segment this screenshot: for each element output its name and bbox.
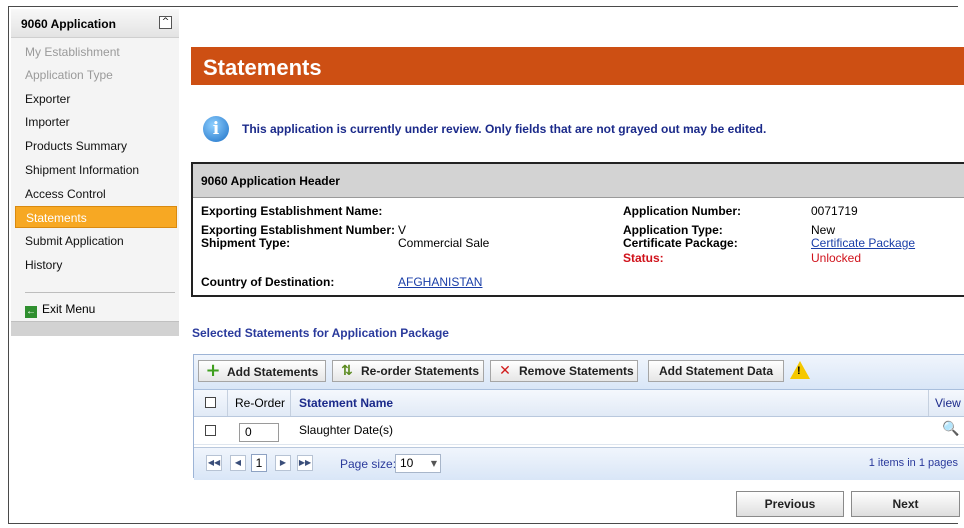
application-number-label: Application Number: — [623, 204, 742, 218]
application-header-title: 9060 Application Header — [201, 174, 340, 188]
sidebar: 9060 Application ^ My Establishment Appl… — [11, 9, 179, 336]
sidebar-item-exporter[interactable]: Exporter — [15, 88, 177, 110]
reorder-statements-button[interactable]: ⇅ Re-order Statements — [332, 360, 484, 382]
statements-table-header: Re-Order Statement Name View — [194, 390, 964, 417]
application-header-title-bar: 9060 Application Header — [193, 164, 964, 198]
first-page-icon[interactable]: ◀◀ — [206, 455, 222, 471]
sidebar-item-products-summary[interactable]: Products Summary — [15, 135, 177, 157]
info-icon: i — [203, 116, 229, 142]
page-title: Statements — [203, 55, 322, 80]
view-column-header: View — [935, 396, 961, 410]
statements-grid: + Add Statements ⇅ Re-order Statements ✕ Re… — [193, 354, 964, 480]
status-label: Status: — [623, 251, 664, 265]
add-statement-data-button[interactable]: Add Statement Data — [648, 360, 784, 382]
table-row: 0 Slaughter Date(s) 🔍 — [194, 417, 964, 445]
current-page-number[interactable]: 1 — [251, 454, 267, 472]
page-size-select[interactable]: 10 ▼ — [395, 454, 441, 473]
collapse-icon[interactable]: ^ — [159, 16, 172, 29]
select-all-cell — [194, 390, 228, 416]
sidebar-item-submit-application[interactable]: Submit Application — [15, 230, 177, 252]
reorder-column-header[interactable]: Re-Order — [228, 390, 291, 416]
sidebar-item-application-type: Application Type — [25, 68, 113, 82]
page-size-label: Page size: — [340, 457, 397, 471]
country-of-destination-label: Country of Destination: — [201, 275, 335, 289]
application-type-label: Application Type: — [623, 223, 723, 237]
status-value: Unlocked — [811, 251, 862, 265]
sidebar-item-importer[interactable]: Importer — [15, 111, 177, 133]
reorder-input[interactable]: 0 — [239, 423, 279, 442]
statement-name-cell: Slaughter Date(s) — [299, 423, 394, 437]
shipment-type-value: Commercial Sale — [398, 236, 490, 250]
select-all-checkbox[interactable] — [205, 397, 216, 408]
exporting-establishment-number-label: Exporting Establishment Number: — [201, 223, 396, 237]
last-page-icon[interactable]: ▶▶ — [297, 455, 313, 471]
grid-pager: ◀◀ ◀ 1 ▶ ▶▶ Page size: 10 ▼ 1 items in 1… — [194, 447, 964, 480]
application-type-value: New — [811, 223, 836, 237]
page-size-value: 10 — [400, 456, 414, 470]
plus-icon: + — [205, 360, 221, 381]
country-of-destination-link[interactable]: AFGHANISTAN — [398, 275, 482, 289]
sidebar-item-my-establishment: My Establishment — [25, 45, 120, 59]
sidebar-footer — [11, 321, 179, 336]
sidebar-header: 9060 Application ^ — [11, 9, 179, 38]
remove-x-icon: ✕ — [499, 363, 511, 379]
certificate-package-link[interactable]: Certificate Package — [811, 236, 915, 250]
add-statement-data-label: Add Statement Data — [659, 364, 774, 378]
sidebar-item-history[interactable]: History — [15, 254, 177, 276]
sidebar-item-shipment-information[interactable]: Shipment Information — [15, 159, 177, 181]
prev-page-icon[interactable]: ◀ — [230, 455, 246, 471]
certificate-package-label: Certificate Package: — [623, 236, 738, 250]
chevron-down-icon: ▼ — [430, 459, 437, 468]
next-page-icon[interactable]: ▶ — [275, 455, 291, 471]
add-statements-button[interactable]: + Add Statements — [198, 360, 326, 382]
page-title-bar: Statements — [191, 47, 964, 85]
selected-statements-title: Selected Statements for Application Pack… — [192, 326, 449, 340]
info-message-text: This application is currently under revi… — [242, 122, 767, 136]
exit-menu-link[interactable]: ← Exit Menu — [25, 299, 95, 319]
exit-icon: ← — [25, 306, 37, 318]
row-checkbox[interactable] — [205, 425, 216, 436]
previous-button[interactable]: Previous — [736, 491, 844, 517]
application-header-panel: 9060 Application Header Exporting Establ… — [191, 162, 964, 297]
remove-statements-label: Remove Statements — [519, 364, 634, 378]
warning-icon: ! — [790, 361, 810, 379]
reorder-icon: ⇅ — [341, 363, 353, 379]
sidebar-item-statements[interactable]: Statements — [15, 206, 177, 228]
statements-toolbar: + Add Statements ⇅ Re-order Statements ✕ Re… — [194, 355, 964, 390]
statement-name-column-header[interactable]: Statement Name — [291, 390, 929, 416]
exit-menu-label: Exit Menu — [42, 302, 96, 316]
view-magnifier-icon[interactable]: 🔍 — [942, 421, 959, 437]
add-statements-label: Add Statements — [227, 365, 319, 379]
exporting-establishment-number-value: V — [398, 223, 407, 237]
remove-statements-button[interactable]: ✕ Remove Statements — [490, 360, 638, 382]
exporting-establishment-name-label: Exporting Establishment Name: — [201, 204, 383, 218]
next-button[interactable]: Next — [851, 491, 960, 517]
pager-info: 1 items in 1 pages — [868, 457, 958, 469]
application-number-value: 0071719 — [811, 204, 858, 218]
reorder-statements-label: Re-order Statements — [361, 364, 480, 378]
sidebar-divider — [25, 292, 175, 293]
sidebar-item-access-control[interactable]: Access Control — [15, 183, 177, 205]
sidebar-title: 9060 Application — [21, 17, 116, 31]
shipment-type-label: Shipment Type: — [201, 236, 291, 250]
